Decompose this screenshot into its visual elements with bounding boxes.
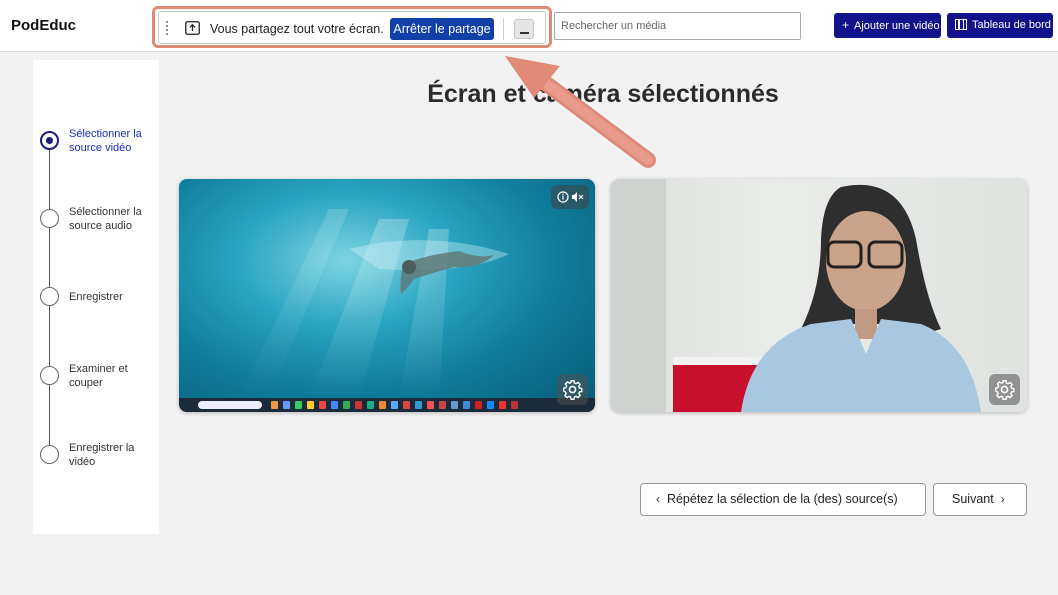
repeat-selection-label: Répétez la sélection de la (des) source(… bbox=[666, 492, 898, 506]
film-icon bbox=[955, 19, 967, 30]
chevron-left-icon: ‹ bbox=[656, 492, 660, 506]
camera-settings-button[interactable] bbox=[989, 374, 1020, 405]
taskbar-preview bbox=[179, 398, 595, 412]
next-label: Suivant bbox=[952, 492, 994, 506]
step-label: Enregistrer la vidéo bbox=[69, 442, 135, 468]
app-icon bbox=[463, 401, 470, 409]
next-button[interactable]: Suivant › bbox=[933, 483, 1027, 516]
gear-icon bbox=[995, 380, 1015, 400]
minimize-icon bbox=[520, 32, 529, 34]
app-icon bbox=[403, 401, 410, 409]
app-icon bbox=[475, 401, 482, 409]
stepper-sidebar: Sélectionner la source vidéo Sélectionne… bbox=[33, 60, 159, 534]
app-icon bbox=[295, 401, 302, 409]
add-video-button[interactable]: + Ajouter une vidéo bbox=[834, 13, 941, 38]
step-label: Sélectionner la source vidéo bbox=[69, 128, 142, 154]
app-icon bbox=[271, 401, 278, 409]
app-icon bbox=[415, 401, 422, 409]
step-indicator bbox=[40, 287, 59, 306]
stop-sharing-button[interactable]: Arrêter le partage bbox=[390, 18, 494, 40]
share-screen-icon bbox=[185, 21, 200, 35]
taskbar-search bbox=[198, 401, 262, 409]
dashboard-button[interactable]: Tableau de bord bbox=[947, 13, 1053, 38]
chevron-right-icon: › bbox=[1000, 492, 1005, 506]
step-indicator-active bbox=[40, 131, 59, 150]
app-icon bbox=[367, 401, 374, 409]
step-indicator bbox=[40, 445, 59, 464]
app-logo[interactable]: PodEduc bbox=[11, 17, 76, 34]
gear-icon bbox=[563, 380, 583, 400]
app-icon bbox=[319, 401, 326, 409]
app-icon bbox=[439, 401, 446, 409]
screen-share-bar: Vous partagez tout votre écran. Arrêter … bbox=[158, 11, 546, 44]
search-input[interactable] bbox=[554, 12, 801, 40]
app-icon bbox=[307, 401, 314, 409]
minimize-share-bar-button[interactable] bbox=[514, 19, 534, 39]
underwater-swimmer-image bbox=[239, 209, 509, 399]
app-icon bbox=[487, 401, 494, 409]
app-icon bbox=[379, 401, 386, 409]
step-indicator bbox=[40, 366, 59, 385]
step-label: Sélectionner la source audio bbox=[69, 206, 142, 232]
add-video-label: Ajouter une vidéo bbox=[854, 20, 940, 32]
app-icon bbox=[355, 401, 362, 409]
drag-handle-icon[interactable] bbox=[165, 20, 169, 36]
step-indicator bbox=[40, 209, 59, 228]
repeat-source-selection-button[interactable]: ‹ Répétez la sélection de la (des) sourc… bbox=[640, 483, 926, 516]
step-label: Examiner et couper bbox=[69, 363, 128, 389]
app-icon bbox=[343, 401, 350, 409]
info-icon bbox=[557, 191, 584, 203]
step-label: Enregistrer bbox=[69, 291, 123, 303]
screen-preview bbox=[179, 179, 595, 412]
page-title: Écran et caméra sélectionnés bbox=[427, 80, 779, 108]
share-status-text: Vous partagez tout votre écran. bbox=[210, 22, 384, 36]
app-icon bbox=[391, 401, 398, 409]
app-icon bbox=[283, 401, 290, 409]
app-icon bbox=[499, 401, 506, 409]
dashboard-label: Tableau de bord bbox=[972, 19, 1051, 31]
camera-preview bbox=[611, 179, 1027, 412]
app-icon bbox=[427, 401, 434, 409]
top-bar: PodEduc Vous partagez tout votre écran. … bbox=[0, 0, 1058, 52]
divider bbox=[503, 18, 504, 40]
muted-speaker-icon bbox=[572, 192, 577, 202]
screen-settings-button[interactable] bbox=[557, 374, 588, 405]
app-icon bbox=[511, 401, 518, 409]
webcam-person-image bbox=[611, 179, 981, 412]
info-mute-indicator[interactable] bbox=[551, 185, 589, 209]
plus-icon: + bbox=[842, 18, 850, 32]
app-icon bbox=[451, 401, 458, 409]
app-icon bbox=[331, 401, 338, 409]
